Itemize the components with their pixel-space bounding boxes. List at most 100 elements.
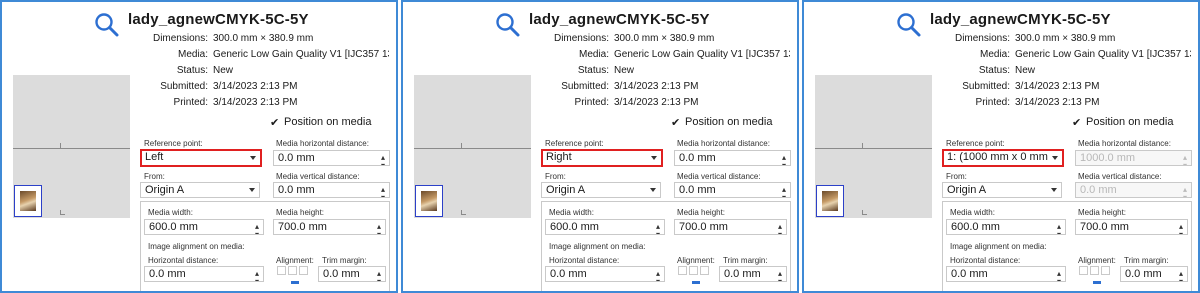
media-width-field[interactable]: 600.0 mm ▴ ▾ [144,219,264,235]
trim-margin-label: Trim margin: [723,256,768,265]
from-dropdown[interactable]: Origin A [942,182,1062,198]
spinner-icon[interactable]: ▴ ▾ [1057,270,1061,282]
alignment-selector[interactable] [678,266,709,290]
horizontal-distance-field[interactable]: 0.0 mm ▴ ▾ [946,266,1066,282]
info-value: New [614,65,635,76]
trim-margin-field[interactable]: 0.0 mm ▴ ▾ [318,266,386,282]
chevron-down-icon [1051,188,1057,192]
alignment-indicator [692,281,700,284]
reference-point-label: Reference point: [545,139,604,148]
spinner-icon[interactable]: ▴ ▾ [255,223,259,235]
alignment-indicator [1093,281,1101,284]
spinner-icon[interactable]: ▴ ▾ [255,270,259,282]
horizontal-distance-field[interactable]: 0.0 mm ▴ ▾ [144,266,264,282]
media-horizontal-distance-field[interactable]: 1000.0 mm ▴ ▾ [1075,150,1192,166]
media-width-label: Media width: [950,208,995,217]
spinner-icon[interactable]: ▴ ▾ [1183,154,1187,166]
position-on-media-checkbox-label[interactable]: Position on media [685,116,772,128]
spinner-icon[interactable]: ▴ ▾ [778,223,782,235]
from-label: From: [946,172,967,181]
media-vertical-distance-field[interactable]: 0.0 mm ▴ ▾ [674,182,791,198]
alignment-cell[interactable] [277,266,286,275]
spinner-icon[interactable]: ▴ ▾ [778,270,782,282]
trim-margin-label: Trim margin: [1124,256,1169,265]
media-height-label: Media height: [677,208,726,217]
media-horizontal-distance-value: 1000.0 mm [1080,152,1136,164]
info-label: Dimensions: [553,33,609,44]
media-height-field[interactable]: 700.0 mm ▴ ▾ [273,219,386,235]
media-width-field[interactable]: 600.0 mm ▴ ▾ [545,219,665,235]
job-panel-custom: lady_agnewCMYK-5C-5Y Dimensions: 300.0 m… [802,0,1200,293]
alignment-cell[interactable] [1090,266,1099,275]
spinner-icon[interactable]: ▴ ▾ [377,270,381,282]
reference-point-value: 1: (1000 mm x 0 mm [947,151,1048,163]
from-dropdown[interactable]: Origin A [541,182,661,198]
alignment-selector[interactable] [1079,266,1110,290]
from-value: Origin A [145,184,185,196]
trim-margin-field[interactable]: 0.0 mm ▴ ▾ [1120,266,1188,282]
media-horizontal-distance-field[interactable]: 0.0 mm ▴ ▾ [674,150,791,166]
thumbnail-image [822,191,838,211]
spinner-icon[interactable]: ▴ ▾ [1183,186,1187,198]
reference-point-dropdown[interactable]: Right [541,149,663,167]
media-edge-line [815,148,932,149]
checkmark-icon[interactable]: ✔ [1072,116,1081,129]
trim-margin-field[interactable]: 0.0 mm ▴ ▾ [719,266,787,282]
alignment-cell[interactable] [689,266,698,275]
alignment-cell[interactable] [678,266,687,275]
alignment-cell[interactable] [700,266,709,275]
media-width-label: Media width: [549,208,594,217]
spinner-icon[interactable]: ▴ ▾ [377,223,381,235]
info-value: Generic Low Gain Quality V1 [IJC357 1380… [614,49,790,60]
image-thumbnail[interactable] [415,185,443,217]
media-horizontal-distance-label: Media horizontal distance: [677,139,770,148]
checkmark-icon[interactable]: ✔ [671,116,680,129]
alignment-cell[interactable] [299,266,308,275]
reference-point-label: Reference point: [144,139,203,148]
horizontal-distance-field[interactable]: 0.0 mm ▴ ▾ [545,266,665,282]
media-vertical-distance-field[interactable]: 0.0 mm ▴ ▾ [1075,182,1192,198]
origin-corner-mark [862,210,867,215]
media-width-field[interactable]: 600.0 mm ▴ ▾ [946,219,1066,235]
spinner-icon[interactable]: ▴ ▾ [782,186,786,198]
info-value: 300.0 mm × 380.9 mm [213,33,314,44]
alignment-cell[interactable] [1101,266,1110,275]
spinner-icon[interactable]: ▴ ▾ [1057,223,1061,235]
image-thumbnail[interactable] [816,185,844,217]
media-width-value: 600.0 mm [951,221,1000,233]
reference-point-value: Left [145,151,164,163]
reference-point-dropdown[interactable]: 1: (1000 mm x 0 mm [942,149,1064,167]
from-label: From: [545,172,566,181]
media-vertical-distance-field[interactable]: 0.0 mm ▴ ▾ [273,182,390,198]
from-dropdown[interactable]: Origin A [140,182,260,198]
media-edge-tick [862,143,863,148]
spinner-icon[interactable]: ▴ ▾ [656,223,660,235]
media-horizontal-distance-label: Media horizontal distance: [1078,139,1171,148]
origin-corner-mark [60,210,65,215]
reference-point-dropdown[interactable]: Left [140,149,262,167]
alignment-cell[interactable] [288,266,297,275]
alignment-selector[interactable] [277,266,308,290]
media-vertical-distance-label: Media vertical distance: [677,172,761,181]
media-vertical-distance-value: 0.0 mm [1080,184,1117,196]
spinner-icon[interactable]: ▴ ▾ [1179,270,1183,282]
alignment-cell[interactable] [1079,266,1088,275]
spinner-icon[interactable]: ▴ ▾ [381,154,385,166]
checkmark-icon[interactable]: ✔ [270,116,279,129]
spinner-icon[interactable]: ▴ ▾ [656,270,660,282]
trim-margin-value: 0.0 mm [1125,268,1162,280]
image-thumbnail[interactable] [14,185,42,217]
media-horizontal-distance-field[interactable]: 0.0 mm ▴ ▾ [273,150,390,166]
position-on-media-checkbox-label[interactable]: Position on media [1086,116,1173,128]
media-width-value: 600.0 mm [149,221,198,233]
info-label: Dimensions: [152,33,208,44]
position-on-media-checkbox-label[interactable]: Position on media [284,116,371,128]
reference-point-value: Right [546,151,572,163]
reference-point-label: Reference point: [946,139,1005,148]
spinner-icon[interactable]: ▴ ▾ [381,186,385,198]
spinner-icon[interactable]: ▴ ▾ [782,154,786,166]
spinner-icon[interactable]: ▴ ▾ [1179,223,1183,235]
image-alignment-label: Image alignment on media: [950,242,1047,251]
media-height-field[interactable]: 700.0 mm ▴ ▾ [674,219,787,235]
media-height-field[interactable]: 700.0 mm ▴ ▾ [1075,219,1188,235]
